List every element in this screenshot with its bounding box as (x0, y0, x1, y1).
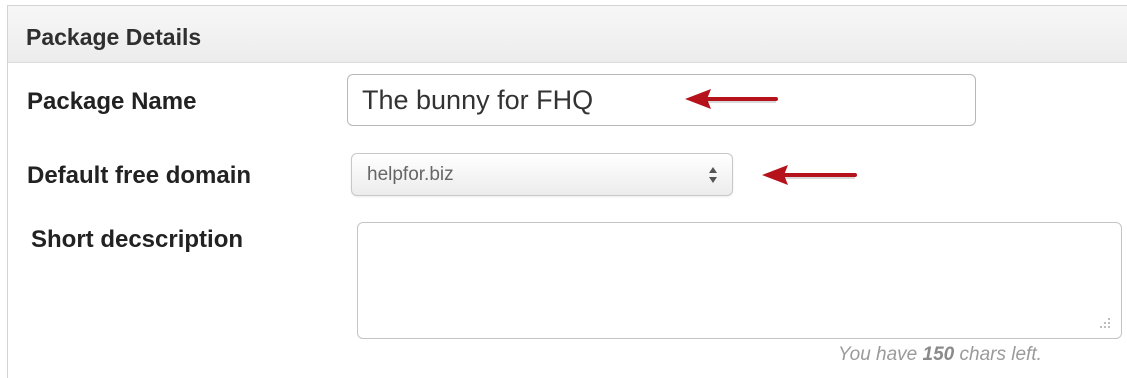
package-name-input[interactable] (347, 74, 976, 126)
short-description-textarea[interactable] (357, 222, 1122, 339)
left-arrow-icon (685, 89, 778, 109)
char-count-hint: You have 150 chars left. (838, 344, 1042, 366)
left-arrow-icon (762, 165, 857, 185)
package-name-label: Package Name (27, 88, 197, 115)
panel-title: Package Details (26, 24, 202, 50)
default-domain-label: Default free domain (27, 162, 252, 189)
char-count-value: 150 (922, 344, 955, 365)
short-description-label: Short decscription (31, 226, 244, 253)
default-domain-select[interactable]: helpfor.biz (351, 153, 733, 196)
char-count-suffix: chars left. (959, 344, 1042, 365)
up-down-caret-icon (709, 167, 717, 183)
resize-grip-icon[interactable] (1097, 316, 1111, 330)
panel-header: Package Details (8, 6, 1127, 63)
char-count-prefix: You have (838, 344, 918, 365)
default-domain-selected-value: helpfor.biz (367, 164, 454, 185)
